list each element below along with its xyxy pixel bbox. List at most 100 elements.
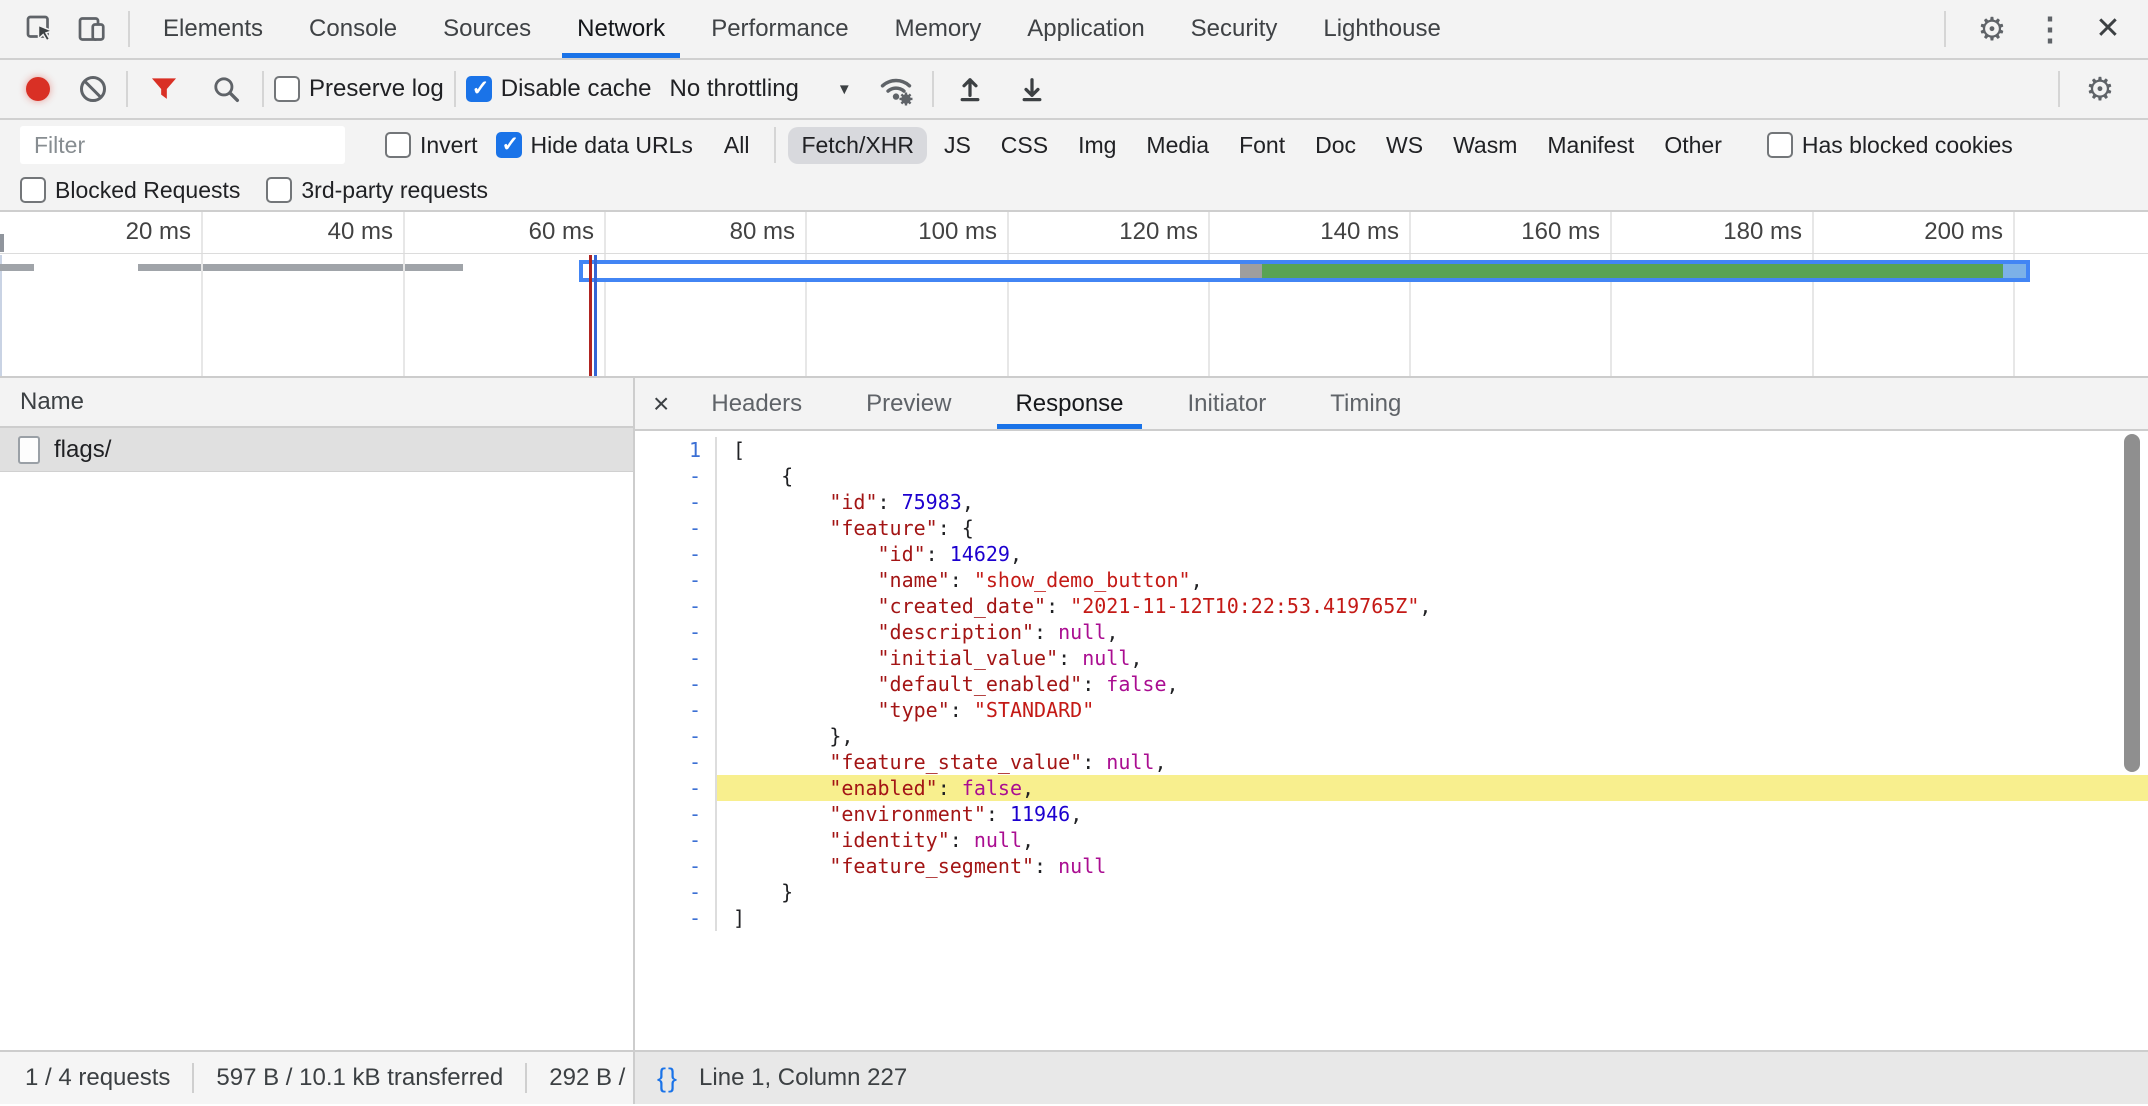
fold-marker: - bbox=[635, 723, 717, 749]
code-line: - }, bbox=[635, 723, 2148, 749]
fold-marker: - bbox=[635, 827, 717, 853]
tab-performance[interactable]: Performance bbox=[688, 0, 871, 58]
code-line: - "feature_state_value": null, bbox=[635, 749, 2148, 775]
type-filter-css[interactable]: CSS bbox=[988, 127, 1061, 164]
preserve-log-label: Preserve log bbox=[309, 75, 444, 103]
search-icon[interactable] bbox=[200, 63, 252, 115]
detail-tab-initiator[interactable]: Initiator bbox=[1168, 378, 1287, 429]
clear-requests-icon[interactable] bbox=[80, 76, 106, 102]
code-text: }, bbox=[717, 723, 2148, 749]
throttling-value: No throttling bbox=[669, 75, 798, 103]
hide-data-urls-toggle[interactable]: Hide data URLs bbox=[496, 132, 693, 159]
type-filter-media[interactable]: Media bbox=[1133, 127, 1222, 164]
third-party-toggle[interactable]: 3rd-party requests bbox=[266, 177, 488, 204]
status-bar: 1 / 4 requests 597 B / 10.1 kB transferr… bbox=[0, 1050, 2148, 1104]
selected-request-waterfall-bar[interactable] bbox=[579, 260, 2030, 282]
type-filter-manifest[interactable]: Manifest bbox=[1534, 127, 1647, 164]
timeline-gridline bbox=[1610, 212, 1612, 376]
resources-size-clipped: 292 B / 2 bbox=[549, 1064, 635, 1092]
more-filters-row: Blocked Requests 3rd-party requests bbox=[0, 170, 2148, 212]
tab-application[interactable]: Application bbox=[1004, 0, 1167, 58]
type-filter-font[interactable]: Font bbox=[1226, 127, 1298, 164]
close-devtools-icon[interactable]: ✕ bbox=[2082, 3, 2134, 55]
preserve-log-checkbox[interactable] bbox=[274, 76, 300, 102]
code-text: "created_date": "2021-11-12T10:22:53.419… bbox=[717, 593, 2148, 619]
invert-checkbox[interactable] bbox=[385, 132, 411, 158]
code-text: "name": "show_demo_button", bbox=[717, 567, 2148, 593]
type-filter-img[interactable]: Img bbox=[1065, 127, 1129, 164]
inspect-element-icon[interactable] bbox=[14, 3, 66, 55]
vertical-scrollbar[interactable] bbox=[2124, 434, 2140, 772]
overview-request-bar bbox=[138, 264, 463, 271]
type-filter-doc[interactable]: Doc bbox=[1302, 127, 1369, 164]
pretty-print-icon[interactable]: {} bbox=[657, 1063, 679, 1094]
code-line: -] bbox=[635, 905, 2148, 931]
line-number: 1 bbox=[635, 437, 717, 463]
type-filter-all[interactable]: All bbox=[711, 127, 763, 164]
tab-memory[interactable]: Memory bbox=[872, 0, 1005, 58]
file-icon bbox=[18, 436, 40, 464]
settings-gear-icon[interactable]: ⚙ bbox=[1966, 3, 2018, 55]
has-blocked-cookies-toggle[interactable]: Has blocked cookies bbox=[1767, 132, 2013, 159]
type-filter-fetchxhr[interactable]: Fetch/XHR bbox=[788, 127, 926, 164]
name-column-header[interactable]: Name bbox=[0, 378, 633, 428]
code-text: "id": 14629, bbox=[717, 541, 2148, 567]
disable-cache-label: Disable cache bbox=[501, 75, 652, 103]
timeline-gridline bbox=[604, 212, 606, 376]
device-toolbar-icon[interactable] bbox=[66, 3, 118, 55]
blocked-requests-checkbox[interactable] bbox=[20, 177, 46, 203]
record-icon[interactable] bbox=[26, 77, 50, 101]
timeline-gridline bbox=[1007, 212, 1009, 376]
divider bbox=[128, 11, 130, 47]
kebab-menu-icon[interactable]: ⋮ bbox=[2024, 3, 2076, 55]
close-detail-icon[interactable]: × bbox=[653, 388, 669, 420]
fold-marker: - bbox=[635, 749, 717, 775]
type-filter-js[interactable]: JS bbox=[931, 127, 984, 164]
detail-tab-headers[interactable]: Headers bbox=[691, 378, 822, 429]
code-text: { bbox=[717, 463, 2148, 489]
fold-marker: - bbox=[635, 489, 717, 515]
type-filter-ws[interactable]: WS bbox=[1373, 127, 1436, 164]
request-name: flags/ bbox=[54, 436, 111, 464]
code-line: - "feature_segment": null bbox=[635, 853, 2148, 879]
import-har-icon[interactable] bbox=[944, 63, 996, 115]
code-text: [ bbox=[717, 437, 2148, 463]
tab-elements[interactable]: Elements bbox=[140, 0, 286, 58]
detail-tab-timing[interactable]: Timing bbox=[1310, 378, 1421, 429]
network-overview-timeline[interactable]: 20 ms40 ms60 ms80 ms100 ms120 ms140 ms16… bbox=[0, 212, 2148, 378]
waterfall-download-segment bbox=[2003, 264, 2026, 278]
detail-tab-response[interactable]: Response bbox=[995, 378, 1143, 429]
disable-cache-checkbox[interactable] bbox=[466, 76, 492, 102]
response-code-viewer[interactable]: 1[- {- "id": 75983,- "feature": {- "id":… bbox=[635, 431, 2148, 1050]
network-conditions-icon[interactable] bbox=[870, 63, 922, 115]
type-filter-wasm[interactable]: Wasm bbox=[1440, 127, 1530, 164]
export-har-icon[interactable] bbox=[1006, 63, 1058, 115]
request-row-flags[interactable]: flags/ bbox=[0, 428, 633, 472]
filter-funnel-icon[interactable] bbox=[138, 63, 190, 115]
fold-marker: - bbox=[635, 515, 717, 541]
throttling-dropdown[interactable]: No throttling ▼ bbox=[669, 75, 851, 103]
code-text: "default_enabled": false, bbox=[717, 671, 2148, 697]
type-filter-other[interactable]: Other bbox=[1651, 127, 1735, 164]
tab-sources[interactable]: Sources bbox=[420, 0, 554, 58]
tab-network[interactable]: Network bbox=[554, 0, 688, 58]
request-type-filters: All Fetch/XHRJSCSSImgMediaFontDocWSWasmMa… bbox=[711, 127, 1735, 164]
fold-marker: - bbox=[635, 593, 717, 619]
requests-count: 1 / 4 requests bbox=[25, 1064, 170, 1092]
tab-security[interactable]: Security bbox=[1168, 0, 1301, 58]
tab-console[interactable]: Console bbox=[286, 0, 420, 58]
disable-cache-toggle[interactable]: Disable cache bbox=[466, 75, 652, 103]
hide-data-urls-checkbox[interactable] bbox=[496, 132, 522, 158]
preserve-log-toggle[interactable]: Preserve log bbox=[274, 75, 444, 103]
detail-tab-preview[interactable]: Preview bbox=[846, 378, 971, 429]
blocked-requests-toggle[interactable]: Blocked Requests bbox=[20, 177, 240, 204]
filter-input[interactable] bbox=[20, 126, 345, 164]
code-line: - "environment": 11946, bbox=[635, 801, 2148, 827]
cursor-position: Line 1, Column 227 bbox=[699, 1064, 907, 1092]
third-party-checkbox[interactable] bbox=[266, 177, 292, 203]
tab-lighthouse[interactable]: Lighthouse bbox=[1300, 0, 1463, 58]
network-settings-gear-icon[interactable]: ⚙ bbox=[2074, 63, 2126, 115]
invert-toggle[interactable]: Invert bbox=[385, 132, 478, 159]
divider bbox=[1944, 11, 1946, 47]
has-blocked-cookies-checkbox[interactable] bbox=[1767, 132, 1793, 158]
